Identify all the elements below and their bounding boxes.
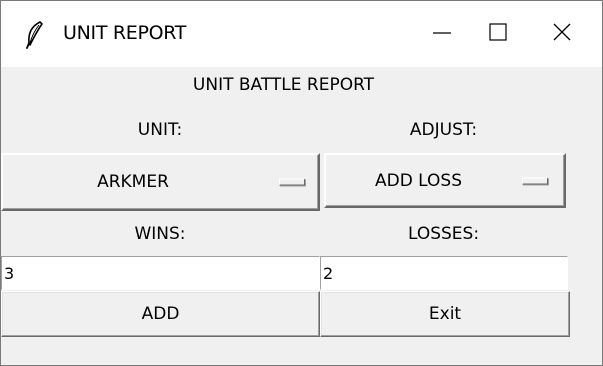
feather-icon [23,21,45,49]
close-button[interactable] [529,1,595,67]
option-menu-indicator-icon [522,177,548,184]
maximize-icon [488,22,508,47]
add-button[interactable]: ADD [1,291,320,337]
window-title: UNIT REPORT [63,22,187,44]
maximize-button[interactable] [465,1,531,67]
close-icon [552,22,572,47]
wins-field[interactable] [1,256,320,290]
exit-button[interactable]: Exit [320,291,570,337]
losses-field[interactable] [320,256,568,290]
wins-label: WINS: [134,224,186,244]
adjust-selected-value: ADD LOSS [374,170,463,191]
unit-label: UNIT: [137,120,183,140]
option-menu-indicator-icon [279,178,305,186]
title-bar[interactable]: UNIT REPORT [1,1,602,67]
minimize-icon [432,22,452,47]
client-area: UNIT BATTLE REPORT UNIT: ADJUST: ARKMER … [1,67,602,365]
report-title: UNIT BATTLE REPORT [192,75,375,95]
unit-option-menu[interactable]: ARKMER [1,153,320,211]
unit-selected-value: ARKMER [97,172,169,192]
add-button-label: ADD [141,304,180,324]
losses-label: LOSSES: [407,224,480,244]
app-window: UNIT REPORT UNIT BATTLE REPORT UNIT: ADJ… [0,0,603,366]
adjust-option-menu[interactable]: ADD LOSS [324,153,566,208]
adjust-label: ADJUST: [409,120,478,140]
exit-button-label: Exit [428,304,462,324]
